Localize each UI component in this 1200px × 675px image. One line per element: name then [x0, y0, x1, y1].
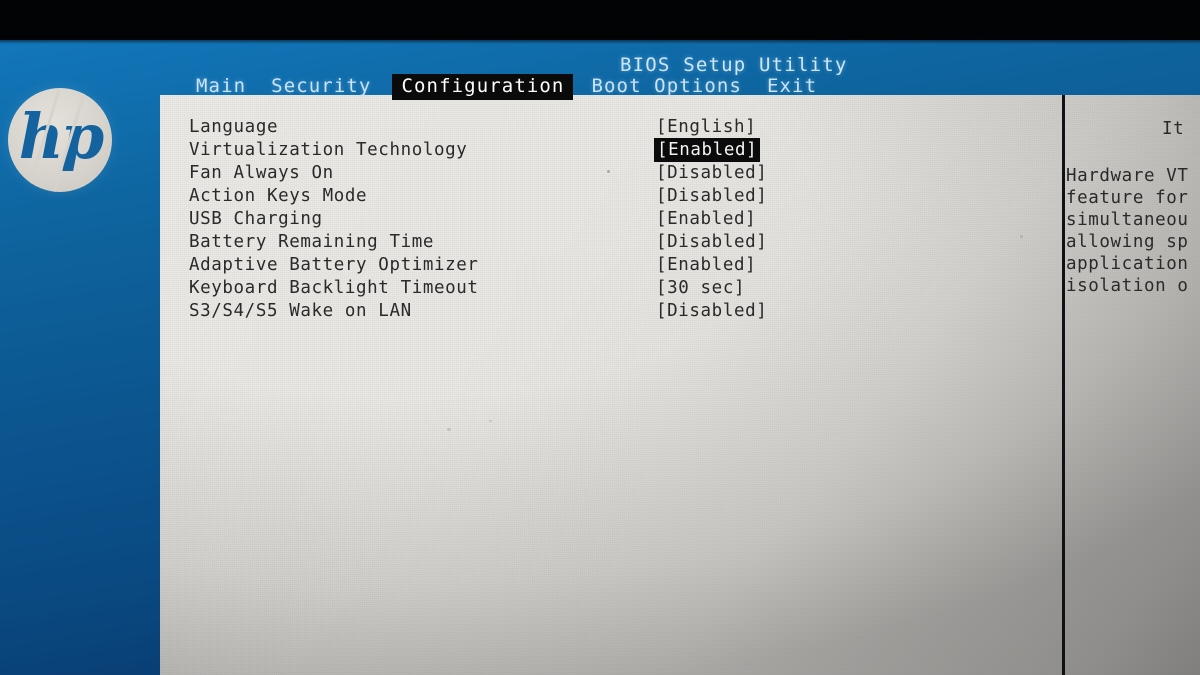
setting-row-adaptive-battery-optimizer[interactable]: Adaptive Battery Optimizer [Enabled] — [189, 253, 769, 276]
setting-row-fan-always-on[interactable]: Fan Always On [Disabled] — [189, 161, 769, 184]
dust-speck — [1020, 235, 1023, 238]
dust-speck — [489, 420, 492, 422]
tab-boot-options[interactable]: Boot Options — [591, 74, 741, 100]
display-bezel-fade — [0, 36, 1200, 44]
tab-configuration[interactable]: Configuration — [392, 74, 574, 100]
setting-label: Adaptive Battery Optimizer — [189, 254, 479, 275]
setting-label: Keyboard Backlight Timeout — [189, 277, 479, 298]
setting-row-language[interactable]: Language [English] — [189, 115, 769, 138]
setting-row-keyboard-backlight-timeout[interactable]: Keyboard Backlight Timeout [30 sec] — [189, 276, 769, 299]
bios-screen-photo: hp BIOS Setup Utility Main Security Conf… — [0, 0, 1200, 675]
page-title: BIOS Setup Utility — [620, 54, 848, 76]
setting-label: Fan Always On — [189, 162, 334, 183]
setting-value[interactable]: [Enabled] — [654, 208, 758, 230]
setting-label: USB Charging — [189, 208, 323, 229]
hp-logo: hp — [8, 88, 112, 192]
setting-value[interactable]: [English] — [654, 116, 758, 138]
setting-label: Battery Remaining Time — [189, 231, 434, 252]
setting-value[interactable]: [Disabled] — [654, 185, 769, 207]
help-line: Hardware VT — [1066, 166, 1189, 186]
setting-value-selected[interactable]: [Enabled] — [654, 137, 761, 162]
setting-row-action-keys-mode[interactable]: Action Keys Mode [Disabled] — [189, 184, 769, 207]
settings-list: Language [English] Virtualization Techno… — [189, 115, 769, 322]
tab-main[interactable]: Main — [196, 74, 246, 100]
setting-label: S3/S4/S5 Wake on LAN — [189, 300, 412, 321]
setting-row-usb-charging[interactable]: USB Charging [Enabled] — [189, 207, 769, 230]
setting-value[interactable]: [Disabled] — [654, 162, 769, 184]
help-line: isolation o — [1066, 276, 1189, 296]
setting-label: Action Keys Mode — [189, 185, 368, 206]
display-bezel-top — [0, 0, 1200, 40]
setting-row-wake-on-lan[interactable]: S3/S4/S5 Wake on LAN [Disabled] — [189, 299, 769, 322]
dust-speck — [447, 428, 451, 431]
tab-security[interactable]: Security — [271, 74, 371, 100]
setting-value[interactable]: [30 sec] — [654, 277, 747, 299]
setting-row-virtualization-technology[interactable]: Virtualization Technology [Enabled] — [189, 137, 769, 162]
tab-bar: Main Security Configuration Boot Options… — [196, 74, 842, 100]
help-line: application — [1066, 254, 1189, 274]
help-pane: It Hardware VT feature for simultaneou a… — [1066, 95, 1200, 675]
help-pane-title: It — [1162, 119, 1185, 139]
setting-row-battery-remaining-time[interactable]: Battery Remaining Time [Disabled] — [189, 230, 769, 253]
setting-value[interactable]: [Disabled] — [654, 231, 769, 253]
setting-label: Virtualization Technology — [189, 139, 468, 160]
help-line: feature for — [1066, 188, 1189, 208]
tab-exit[interactable]: Exit — [767, 74, 817, 100]
help-pane-divider — [1062, 95, 1065, 675]
setting-value[interactable]: [Enabled] — [654, 254, 758, 276]
help-line: simultaneou — [1066, 210, 1189, 230]
help-line: allowing sp — [1066, 232, 1189, 252]
help-pane-body: Hardware VT feature for simultaneou allo… — [1066, 166, 1200, 298]
setting-value[interactable]: [Disabled] — [654, 300, 769, 322]
content-panel: Language [English] Virtualization Techno… — [160, 95, 1200, 675]
setting-label: Language — [189, 116, 279, 137]
